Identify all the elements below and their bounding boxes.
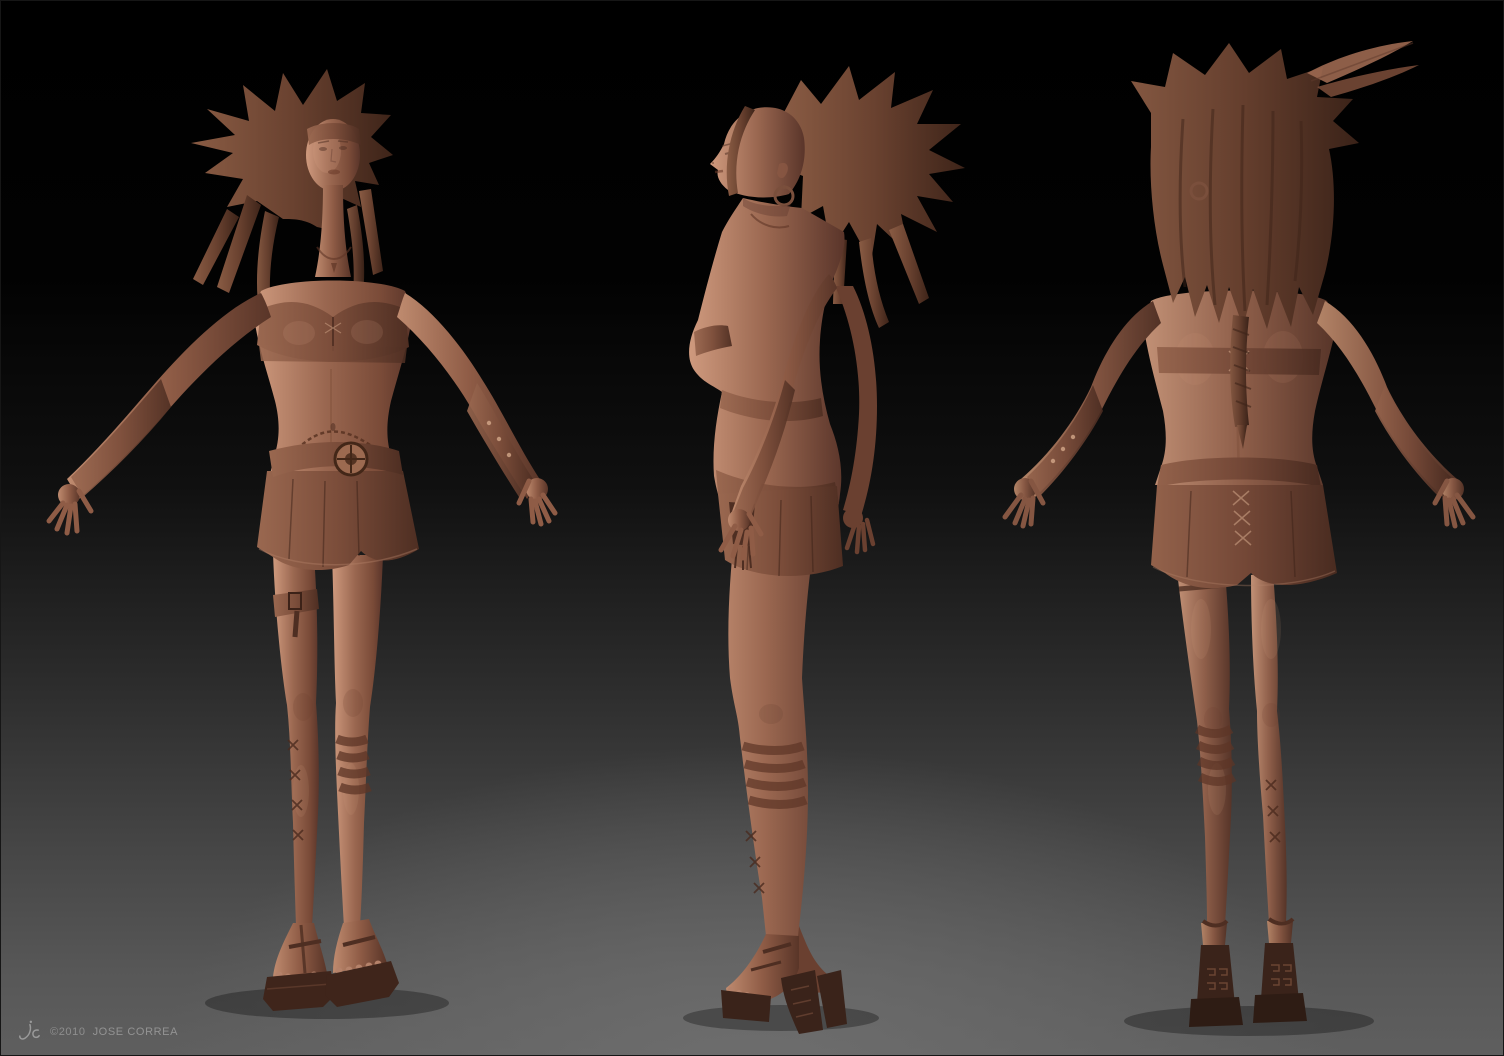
copyright-year: ©2010 bbox=[50, 1026, 86, 1038]
front-figure-legs bbox=[273, 553, 383, 927]
front-figure-belt-skirt bbox=[257, 430, 419, 571]
character-sculpt-side-view bbox=[683, 66, 965, 1034]
hair-feather bbox=[1307, 41, 1419, 97]
back-figure-skirt bbox=[1151, 457, 1337, 589]
studded-bracer bbox=[1027, 385, 1103, 497]
forearm-wrap bbox=[1375, 385, 1451, 497]
artist-name: JOSE CORREA bbox=[92, 1026, 179, 1038]
artist-credit: ©2010 JOSE CORREA bbox=[17, 1019, 178, 1045]
forearm-wrap bbox=[71, 379, 171, 497]
ground-shadow bbox=[1124, 1006, 1374, 1036]
navel bbox=[330, 423, 336, 431]
character-sculpt-front-view bbox=[46, 69, 558, 1019]
render-canvas: ©2010 JOSE CORREA bbox=[0, 0, 1504, 1056]
copyright-text: ©2010 JOSE CORREA bbox=[50, 1026, 178, 1038]
skirt bbox=[257, 471, 419, 571]
front-figure-left-arm bbox=[46, 293, 271, 536]
ground-shadow bbox=[683, 1005, 879, 1031]
side-figure-far-arm bbox=[835, 286, 877, 555]
front-figure-sandals bbox=[263, 919, 399, 1011]
back-figure-right-arm bbox=[1317, 301, 1476, 529]
artist-signature-icon bbox=[19, 1020, 40, 1040]
back-figure-left-arm bbox=[1002, 301, 1161, 529]
front-figure-hair bbox=[191, 69, 393, 295]
back-figure-legs bbox=[1177, 571, 1287, 925]
character-sculpt-back-view bbox=[1002, 41, 1476, 1036]
front-figure-right-arm bbox=[397, 293, 558, 527]
